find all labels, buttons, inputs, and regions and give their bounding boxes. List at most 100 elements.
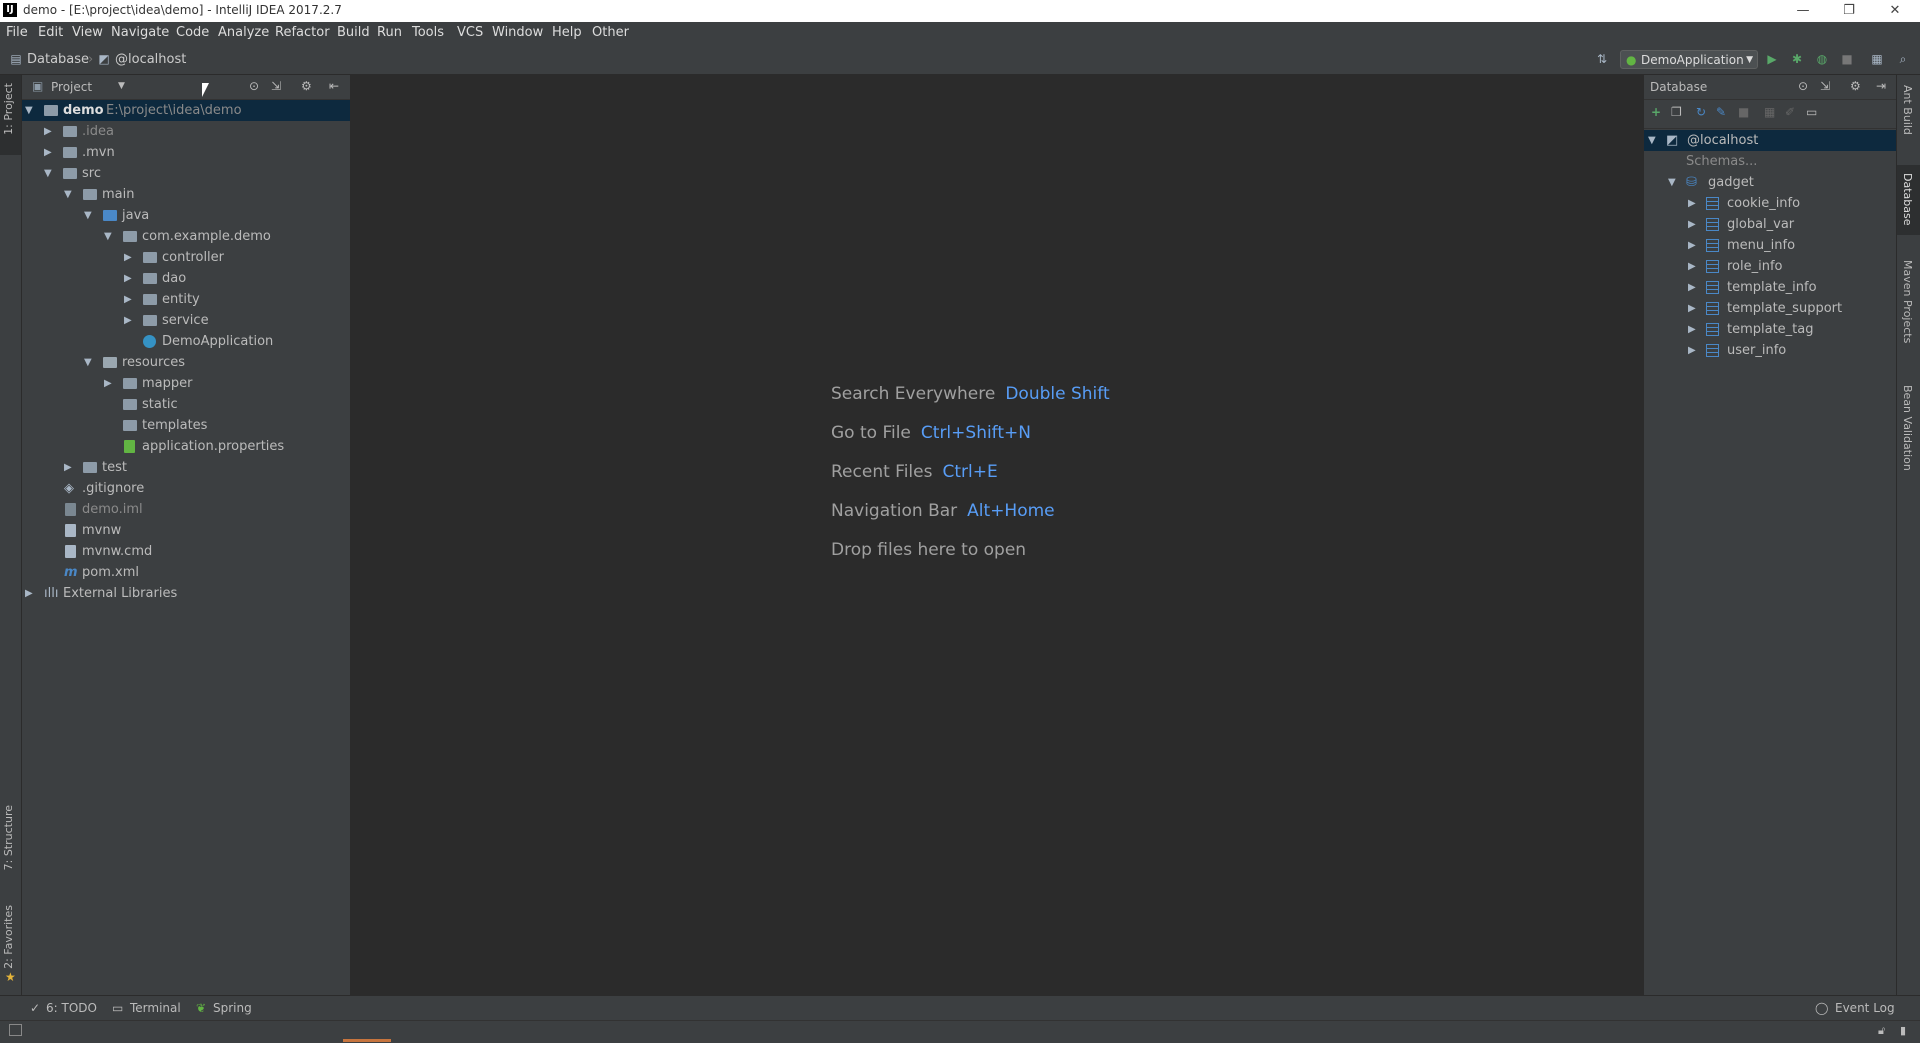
db-table-label: cookie_info	[1727, 196, 1801, 211]
tree-row-root[interactable]: ▼ demo E:\project\idea\demo	[22, 100, 350, 121]
tool-tab-favorites[interactable]: 2: Favorites	[2, 905, 15, 969]
debug-icon[interactable]: ✱	[1789, 51, 1805, 67]
menu-navigate[interactable]: Navigate	[111, 25, 169, 40]
lock-icon[interactable]: 🔓︎	[1878, 1024, 1885, 1038]
project-view-icon: ▣	[32, 79, 44, 93]
run-config-label: DemoApplication	[1641, 53, 1744, 67]
project-structure-icon[interactable]: ▦	[1869, 51, 1885, 67]
tool-tab-terminal[interactable]: Terminal	[130, 1001, 181, 1015]
sort-icon[interactable]: ⇅	[1594, 51, 1610, 67]
database-panel-header: Database ⊙ ⇲ ⚙ ⇥	[1644, 75, 1896, 100]
db-table-label: template_info	[1727, 280, 1817, 295]
tree-label: controller	[162, 250, 225, 265]
folder-icon	[123, 420, 137, 431]
menu-build[interactable]: Build	[337, 25, 370, 40]
folder-icon	[83, 189, 97, 200]
hint-text: Go to File	[831, 423, 911, 443]
project-panel: ▣ Project ▼ ⊙ ⇲ ⚙ ⇤ ▼ demo E:\project\id…	[22, 75, 350, 995]
editor-area[interactable]: Search Everywhere Double Shift Go to File…	[350, 75, 1643, 995]
hide-panel-icon[interactable]: ⇤	[329, 79, 339, 93]
breadcrumb-localhost[interactable]: @localhost	[115, 52, 186, 67]
run-config-select[interactable]: ● DemoApplication ▼	[1620, 50, 1758, 69]
breadcrumb-database[interactable]: Database	[27, 52, 89, 67]
tree-label: demo	[63, 103, 104, 118]
tool-tab-spring[interactable]: Spring	[213, 1001, 252, 1015]
tree-path: E:\project\idea\demo	[106, 103, 242, 118]
package-icon	[143, 273, 157, 284]
tree-label: com.example.demo	[142, 229, 271, 244]
menu-run[interactable]: Run	[377, 25, 402, 40]
close-button[interactable]: ✕	[1872, 0, 1918, 22]
restore-button[interactable]: ❐	[1826, 0, 1872, 22]
menu-file[interactable]: File	[6, 25, 28, 40]
tree-label: mvnw	[82, 523, 122, 538]
stop-icon[interactable]: ■	[1839, 51, 1855, 67]
tool-tab-maven[interactable]: Maven Projects	[1901, 260, 1914, 343]
memory-indicator-icon[interactable]: ▮	[1900, 1024, 1906, 1037]
properties-icon[interactable]: ✎	[1716, 105, 1726, 119]
hint-text: Search Everywhere	[831, 384, 996, 404]
menu-code[interactable]: Code	[176, 25, 209, 40]
add-icon[interactable]: +	[1651, 105, 1661, 119]
project-panel-title[interactable]: Project	[51, 80, 92, 94]
package-icon	[143, 252, 157, 263]
hint-navigation-bar: Navigation Bar Alt+Home	[831, 501, 1055, 521]
console-icon[interactable]: ▭	[1806, 105, 1817, 119]
db-table-label: menu_info	[1727, 238, 1796, 253]
gear-icon[interactable]: ⚙	[1850, 79, 1861, 93]
menu-analyze[interactable]: Analyze	[218, 25, 269, 40]
iml-file-icon	[65, 503, 76, 516]
database-panel: Database ⊙ ⇲ ⚙ ⇥ + ❐ ↻ ✎ ■ ▦ ✐ ▭ ▼ ◩ @lo…	[1643, 75, 1896, 995]
menu-edit[interactable]: Edit	[38, 25, 63, 40]
db-row-host[interactable]: ▼ ◩ @localhost	[1644, 130, 1896, 151]
tree-label: mvnw.cmd	[82, 544, 153, 559]
hint-text: Drop files here to open	[831, 540, 1027, 560]
hide-panel-icon[interactable]: ⇥	[1876, 79, 1886, 93]
expanded-arrow-icon: ▼	[104, 231, 112, 242]
menu-tools[interactable]: Tools	[412, 25, 444, 40]
menu-vcs[interactable]: VCS	[457, 25, 483, 40]
tool-tab-database[interactable]: Database	[1901, 173, 1914, 226]
tree-label: src	[82, 166, 101, 181]
tool-tab-todo[interactable]: 6: TODO	[46, 1001, 97, 1015]
toggle-tool-windows-icon[interactable]	[9, 1024, 22, 1036]
coverage-icon[interactable]: ◍	[1814, 51, 1830, 67]
db-table-label: global_var	[1727, 217, 1795, 232]
menu-view[interactable]: View	[72, 25, 103, 40]
edit-source-icon[interactable]: ✐	[1785, 105, 1795, 119]
stop-icon[interactable]: ■	[1738, 105, 1749, 119]
package-icon	[143, 315, 157, 326]
window-title: demo - [E:\project\idea\demo] - IntelliJ…	[23, 3, 342, 17]
tree-label: .gitignore	[82, 481, 145, 496]
package-icon	[123, 231, 137, 242]
tool-tab-ant-build[interactable]: Ant Build	[1901, 85, 1914, 135]
copy-icon[interactable]: ❐	[1671, 105, 1682, 119]
tree-label: main	[102, 187, 135, 202]
todo-icon: ✓	[30, 1001, 41, 1015]
menu-other[interactable]: Other	[592, 25, 629, 40]
gear-icon[interactable]: ⚙	[301, 79, 312, 93]
datasource-icon: ◩	[1666, 133, 1679, 148]
chevron-down-icon[interactable]: ▼	[118, 81, 125, 91]
menu-refactor[interactable]: Refactor	[275, 25, 330, 40]
sync-icon[interactable]: ⊙	[1798, 79, 1808, 93]
locate-icon[interactable]: ⊙	[249, 79, 259, 93]
tool-tab-structure[interactable]: 7: Structure	[2, 805, 15, 870]
minimize-button[interactable]: —	[1780, 0, 1826, 22]
collapse-all-icon[interactable]: ⇲	[1820, 79, 1830, 93]
run-icon[interactable]: ▶	[1764, 51, 1780, 67]
menu-help[interactable]: Help	[552, 25, 582, 40]
collapsed-arrow-icon: ▶	[1688, 219, 1696, 230]
tree-label: dao	[162, 271, 187, 286]
search-icon[interactable]: ⌕	[1895, 51, 1911, 67]
collapse-all-icon[interactable]: ⇲	[271, 79, 281, 93]
tool-tab-event-log[interactable]: Event Log	[1835, 1001, 1895, 1015]
table-view-icon[interactable]: ▦	[1764, 105, 1775, 119]
tree-label: pom.xml	[82, 565, 139, 580]
menu-window[interactable]: Window	[492, 25, 543, 40]
refresh-icon[interactable]: ↻	[1696, 105, 1706, 119]
intellij-icon: IJ	[3, 3, 17, 17]
tool-tab-project[interactable]: 1: Project	[2, 83, 15, 135]
tool-tab-bean-validation[interactable]: Bean Validation	[1901, 385, 1914, 471]
collapsed-arrow-icon: ▶	[1688, 345, 1696, 356]
